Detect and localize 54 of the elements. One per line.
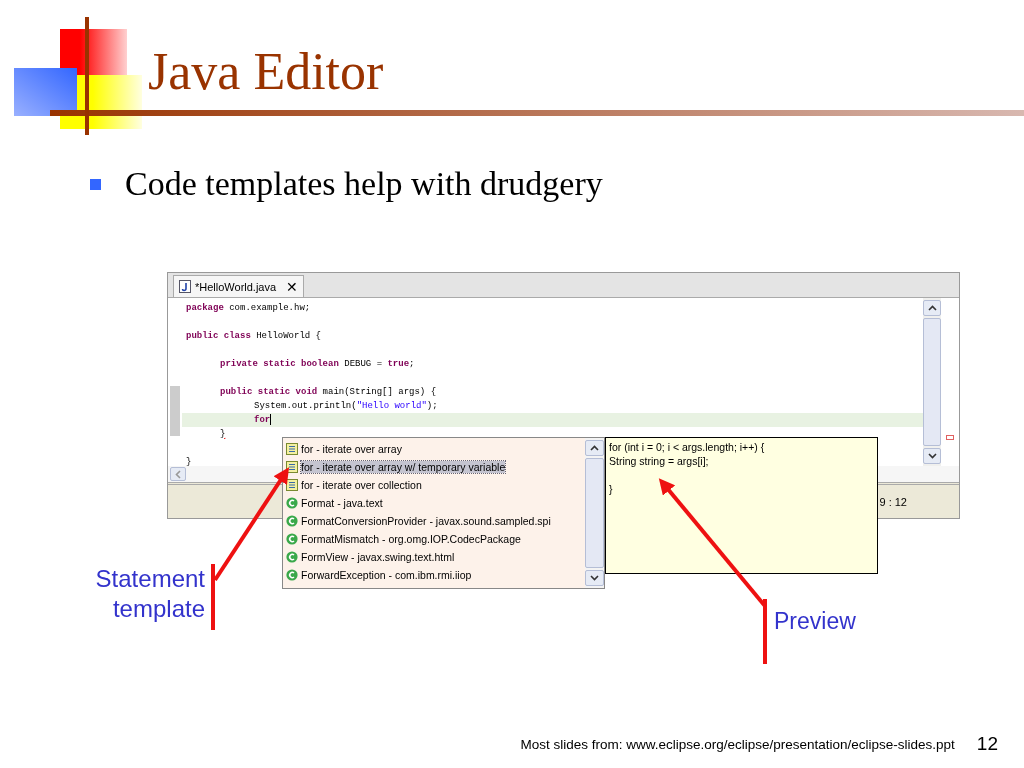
bullet-icon [90, 178, 101, 190]
callout-bar [211, 564, 215, 630]
code-line: System.out.println("Hello world"); [254, 400, 438, 413]
scrollbar-thumb[interactable] [923, 318, 941, 446]
scrollbar-thumb[interactable] [585, 458, 604, 568]
completion-item[interactable]: for - iterate over array w/ temporary variable [283, 458, 585, 476]
source-note: Most slides from: www.eclipse.org/eclipse/presentation/eclipse-slides.ppt [520, 736, 955, 752]
callout-label: Statement template [94, 564, 205, 624]
chevron-up-icon [927, 305, 937, 311]
chevron-down-icon [590, 575, 599, 581]
scroll-up-button[interactable] [585, 440, 604, 456]
range-indicator [170, 386, 180, 436]
scroll-up-button[interactable] [923, 300, 941, 316]
completion-item[interactable]: FormatMismatch - org.omg.IOP.CodecPackage [283, 530, 585, 548]
tab-label: *HelloWorld.java [195, 280, 277, 293]
class-icon [286, 551, 298, 563]
class-icon [286, 533, 298, 545]
completion-item[interactable]: ForwardException - com.ibm.rmi.iiop [283, 566, 585, 584]
class-icon [286, 515, 298, 527]
class-icon [286, 569, 298, 581]
code-line: } [186, 456, 192, 469]
java-file-icon [179, 280, 191, 293]
chevron-up-icon [590, 445, 599, 451]
completion-item[interactable]: FormView - javax.swing.text.html [283, 548, 585, 566]
scroll-down-button[interactable] [585, 570, 604, 586]
completion-item[interactable]: Format - java.text [283, 494, 585, 512]
error-marker-icon[interactable] [946, 435, 954, 440]
scroll-left-button[interactable] [170, 467, 186, 481]
editor-tab[interactable]: *HelloWorld.java ✕ [173, 275, 305, 297]
chevron-down-icon [927, 453, 937, 459]
template-icon [286, 479, 298, 491]
code-line: public static void main(String[] args) { [220, 386, 437, 399]
code-line: public class HelloWorld { [186, 330, 322, 343]
cursor-position: 9 : 12 [879, 495, 907, 508]
bullet-text: Code templates help with drudgery [125, 165, 603, 203]
callout-bar [763, 599, 767, 664]
code-line: } [220, 428, 226, 441]
completion-item[interactable]: for - iterate over array [283, 440, 585, 458]
completion-item[interactable]: FormatConversionProvider - javax.sound.sampled.spi [283, 512, 585, 530]
chevron-left-icon [175, 469, 181, 479]
completion-item[interactable]: for - iterate over collection [283, 476, 585, 494]
code-line: package com.example.hw; [186, 302, 311, 315]
scroll-down-button[interactable] [923, 448, 941, 464]
template-icon [286, 461, 298, 473]
vertical-scrollbar[interactable] [923, 298, 941, 466]
preview-text: for (int i = 0; i < args.length; i++) { String string = args[i]; } [609, 440, 766, 496]
code-line: private static boolean DEBUG = true; [220, 358, 415, 371]
vertical-scrollbar[interactable] [585, 438, 604, 588]
page-number: 12 [976, 733, 998, 755]
callout-label: Preview [774, 607, 856, 636]
close-button[interactable]: ✕ [286, 278, 299, 295]
slide-title: Java Editor [148, 42, 384, 101]
template-icon [286, 443, 298, 455]
class-icon [286, 497, 298, 509]
